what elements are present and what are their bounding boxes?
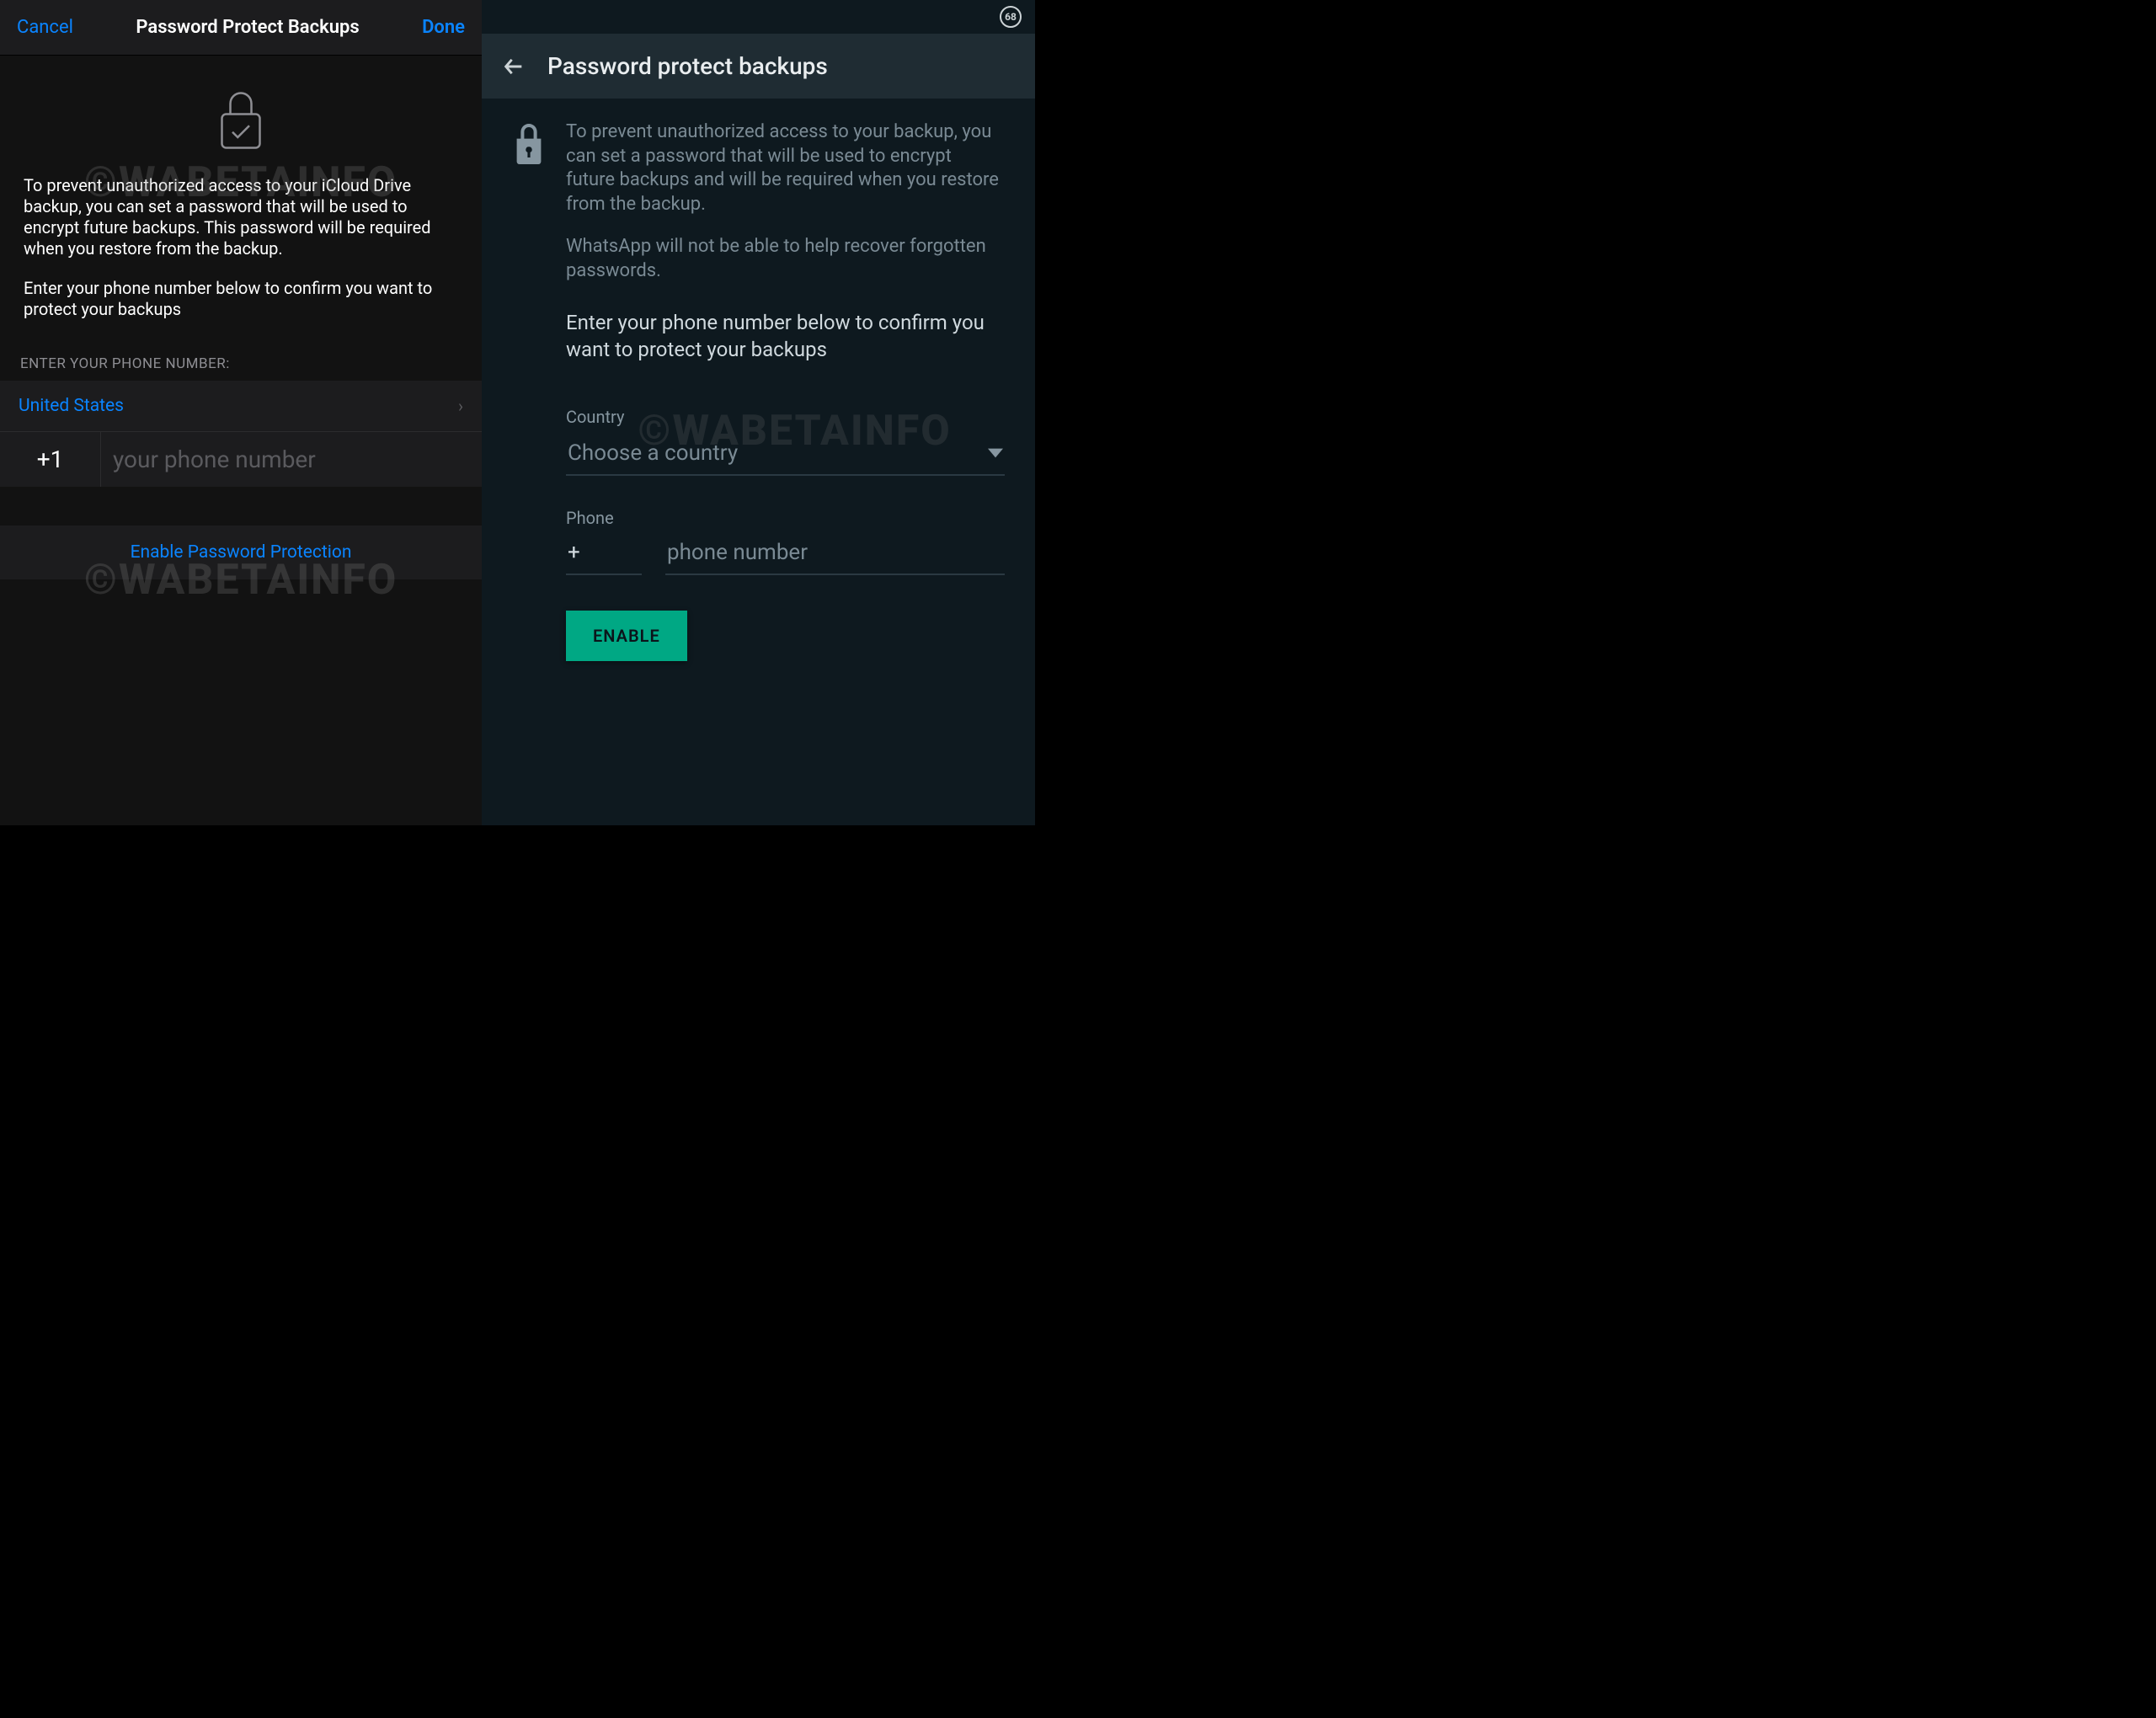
lock-check-icon: [20, 79, 462, 175]
phone-label: Phone: [566, 508, 1005, 528]
phone-input[interactable]: [667, 540, 1003, 565]
instruction-text: To prevent unauthorized access to your b…: [566, 120, 1005, 284]
country-name: United States: [19, 396, 124, 416]
country-selector[interactable]: United States ›: [0, 381, 482, 432]
instruction-paragraph-1: To prevent unauthorized access to your i…: [24, 175, 458, 259]
android-screen: 68 Password protect backups To prevent u…: [482, 0, 1035, 825]
phone-form: Country Choose a country Phone +: [512, 363, 1005, 575]
chevron-right-icon: ›: [458, 396, 463, 416]
country-label: Country: [566, 407, 1005, 427]
country-placeholder: Choose a country: [568, 440, 738, 466]
dial-code: +1: [0, 432, 101, 487]
instruction-paragraph-1: To prevent unauthorized access to your b…: [566, 120, 1005, 216]
ios-screen: Cancel Password Protect Backups Done To …: [0, 0, 482, 825]
page-title: Password protect backups: [547, 52, 828, 80]
ios-content: To prevent unauthorized access to your i…: [0, 56, 482, 332]
status-bar: 68: [482, 0, 1035, 34]
notification-count-badge: 68: [1000, 6, 1022, 28]
enable-password-protection-button[interactable]: Enable Password Protection: [0, 526, 482, 579]
phone-input[interactable]: [101, 432, 482, 487]
phone-row: +1: [0, 432, 482, 487]
done-button[interactable]: Done: [422, 17, 465, 38]
instruction-text: To prevent unauthorized access to your i…: [20, 175, 462, 332]
instruction-paragraph-2: Enter your phone number below to confirm…: [24, 278, 458, 320]
country-dropdown[interactable]: Choose a country: [566, 435, 1005, 476]
enable-button[interactable]: ENABLE: [566, 611, 687, 661]
section-header-phone: ENTER YOUR PHONE NUMBER:: [0, 332, 482, 381]
instruction-paragraph-2: WhatsApp will not be able to help recove…: [566, 235, 1005, 283]
page-title: Password Protect Backups: [136, 17, 359, 38]
cancel-button[interactable]: Cancel: [17, 17, 73, 38]
android-appbar: Password protect backups: [482, 34, 1035, 99]
chevron-down-icon: [988, 446, 1003, 461]
back-arrow-icon[interactable]: [502, 55, 526, 78]
dial-code-input[interactable]: +: [566, 536, 642, 575]
lock-icon: [512, 124, 546, 164]
phone-input-group: United States › +1: [0, 381, 482, 487]
android-content: To prevent unauthorized access to your b…: [482, 99, 1035, 661]
confirm-text: Enter your phone number below to confirm…: [512, 284, 1005, 364]
ios-navbar: Cancel Password Protect Backups Done: [0, 0, 482, 56]
